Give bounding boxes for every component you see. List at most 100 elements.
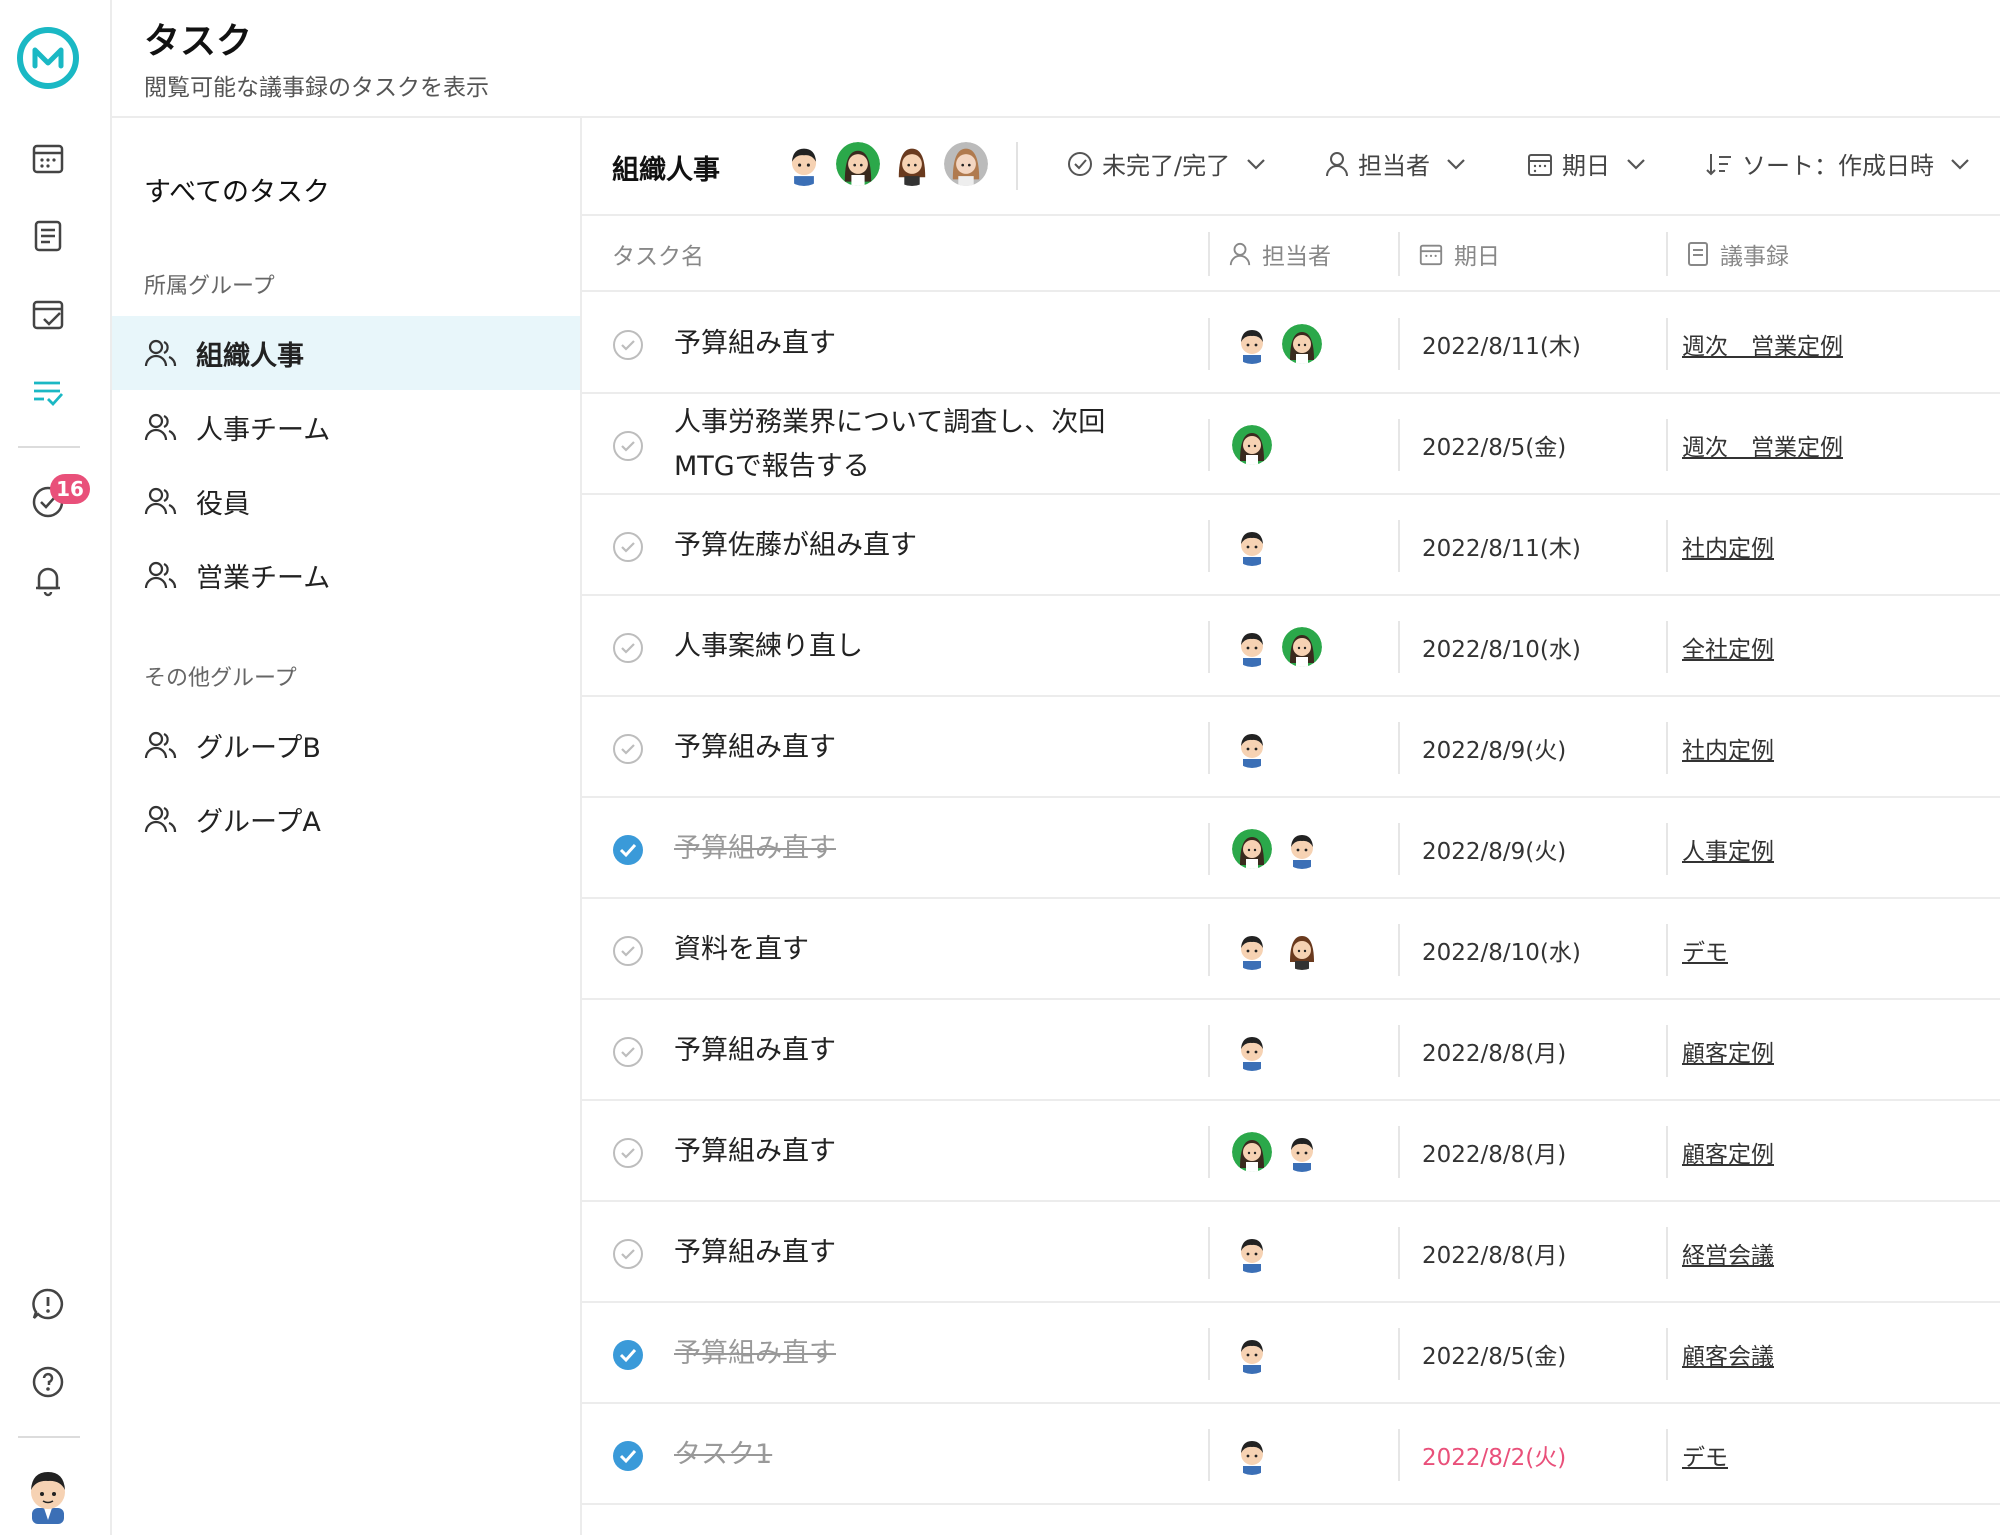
task-row[interactable]: 人事案練り直し 2022/8/10(水) 全社定例 [582,597,2000,697]
due-date[interactable]: 2022/8/8(月) [1422,1001,1566,1101]
assignee-avatar[interactable] [1232,1435,1272,1475]
minutes-link[interactable]: デモ [1682,900,1728,1000]
due-date[interactable]: 2022/8/8(月) [1422,1203,1566,1303]
unchecked-circle-icon[interactable] [612,733,644,765]
unchecked-circle-icon[interactable] [612,1137,644,1169]
assignee-avatar[interactable] [1282,627,1322,667]
unchecked-circle-icon[interactable] [612,1036,644,1068]
assignee-avatar[interactable] [1232,1334,1272,1374]
assignee-avatar[interactable] [1282,324,1322,364]
col-assignee[interactable]: 担当者 [1228,216,1331,292]
task-row[interactable]: 人事労務業界について調査し、次回MTGで報告する 2022/8/5(金) 週次 営業… [582,395,2000,495]
minutes-link[interactable]: 全社定例 [1682,597,1774,697]
task-name[interactable]: 予算組み直す [674,1102,1114,1202]
group-item-active[interactable]: 組織人事 [112,316,580,390]
task-list-icon[interactable] [26,370,70,414]
assignee-avatar[interactable] [1282,1132,1322,1172]
assignee-list[interactable] [1232,1435,1272,1475]
due-date[interactable]: 2022/8/8(月) [1422,1102,1566,1202]
assignee-avatar[interactable] [1232,425,1272,465]
assignee-filter[interactable]: 担当者 [1324,146,1468,181]
task-name[interactable]: 予算組み直す [674,1001,1114,1101]
assignee-avatar[interactable] [1232,324,1272,364]
bell-icon[interactable] [26,558,70,602]
task-row[interactable]: タスク1 2022/8/2(火) デモ [582,1405,2000,1505]
assignee-list[interactable] [1232,728,1272,768]
task-row[interactable]: 予算組み直す 2022/8/9(火) 人事定例 [582,799,2000,899]
unchecked-circle-icon[interactable] [612,430,644,462]
due-filter[interactable]: 期日 [1526,146,1648,181]
task-row[interactable]: 資料を直す 2022/8/10(水) デモ [582,900,2000,1000]
task-row[interactable]: 予算組み直す 2022/8/8(月) 経営会議 [582,1203,2000,1303]
minutes-link[interactable]: 人事定例 [1682,799,1774,899]
assignee-list[interactable] [1232,425,1272,465]
task-row[interactable]: 予算佐藤が組み直す 2022/8/11(木) 社内定例 [582,496,2000,596]
app-logo-icon[interactable] [16,26,80,90]
task-name[interactable]: 予算組み直す [674,1203,1114,1303]
minutes-link[interactable]: 顧客会議 [1682,1304,1774,1404]
due-date[interactable]: 2022/8/9(火) [1422,698,1566,798]
assignee-list[interactable] [1232,627,1322,667]
assignee-list[interactable] [1232,930,1322,970]
minutes-link[interactable]: 顧客定例 [1682,1001,1774,1101]
due-date[interactable]: 2022/8/5(金) [1422,395,1566,495]
group-item[interactable]: グループB [112,708,580,782]
assignee-avatar[interactable] [1232,1031,1272,1071]
assignee-avatar[interactable] [1282,829,1322,869]
assignee-list[interactable] [1232,1132,1322,1172]
group-item[interactable]: 役員 [112,464,580,538]
group-item[interactable]: 営業チーム [112,538,580,612]
avatar[interactable] [944,142,988,186]
col-due[interactable]: 期日 [1418,216,1500,292]
assignee-avatar[interactable] [1232,829,1272,869]
minutes-link[interactable]: 週次 営業定例 [1682,294,1843,394]
avatar[interactable] [782,142,826,186]
unchecked-circle-icon[interactable] [612,1238,644,1270]
task-row[interactable]: 予算組み直す 2022/8/5(金) 顧客会議 [582,1304,2000,1404]
assignee-list[interactable] [1232,1233,1272,1273]
avatar[interactable] [890,142,934,186]
task-name[interactable]: 予算組み直す [674,1304,1114,1404]
minutes-link[interactable]: デモ [1682,1405,1728,1505]
col-minutes[interactable]: 議事録 [1686,216,1789,292]
due-date[interactable]: 2022/8/11(木) [1422,496,1581,596]
status-filter[interactable]: 未完了/完了 [1066,146,1268,181]
minutes-link[interactable]: 経営会議 [1682,1203,1774,1303]
minutes-link[interactable]: 顧客定例 [1682,1102,1774,1202]
assignee-list[interactable] [1232,526,1272,566]
unchecked-circle-icon[interactable] [612,632,644,664]
due-date[interactable]: 2022/8/10(水) [1422,900,1581,1000]
unchecked-circle-icon[interactable] [612,531,644,563]
all-tasks-link[interactable]: すべてのタスク [144,170,330,209]
due-date[interactable]: 2022/8/2(火) [1422,1405,1566,1505]
group-item[interactable]: 人事チーム [112,390,580,464]
task-name[interactable]: 予算組み直す [674,799,1114,899]
task-name[interactable]: 予算組み直す [674,294,1114,394]
assignee-avatar[interactable] [1232,627,1272,667]
assignee-avatar[interactable] [1232,728,1272,768]
task-row[interactable]: 予算組み直す 2022/8/11(木) 週次 営業定例 [582,294,2000,394]
assignee-list[interactable] [1232,829,1322,869]
assignee-avatar[interactable] [1282,930,1322,970]
due-date[interactable]: 2022/8/5(金) [1422,1304,1566,1404]
assignee-avatar[interactable] [1232,930,1272,970]
unchecked-circle-icon[interactable] [612,935,644,967]
assignee-avatar[interactable] [1232,526,1272,566]
assignee-list[interactable] [1232,1031,1272,1071]
minutes-link[interactable]: 社内定例 [1682,496,1774,596]
unchecked-circle-icon[interactable] [612,329,644,361]
help-icon[interactable] [26,1360,70,1404]
minutes-link[interactable]: 週次 営業定例 [1682,395,1843,495]
user-avatar[interactable] [20,1464,76,1524]
group-item[interactable]: グループA [112,782,580,856]
assignee-avatar[interactable] [1232,1233,1272,1273]
assignee-list[interactable] [1232,324,1322,364]
sort-dropdown[interactable]: ソート：作成日時 [1704,146,1972,181]
task-name[interactable]: タスク1 [674,1405,1114,1505]
task-name[interactable]: 予算佐藤が組み直す [674,496,1114,596]
task-row[interactable]: 予算組み直す 2022/8/9(火) 社内定例 [582,698,2000,798]
calendar-icon[interactable] [26,136,70,180]
checked-circle-icon[interactable] [612,834,644,866]
checked-circle-icon[interactable] [612,1339,644,1371]
due-date[interactable]: 2022/8/10(水) [1422,597,1581,697]
